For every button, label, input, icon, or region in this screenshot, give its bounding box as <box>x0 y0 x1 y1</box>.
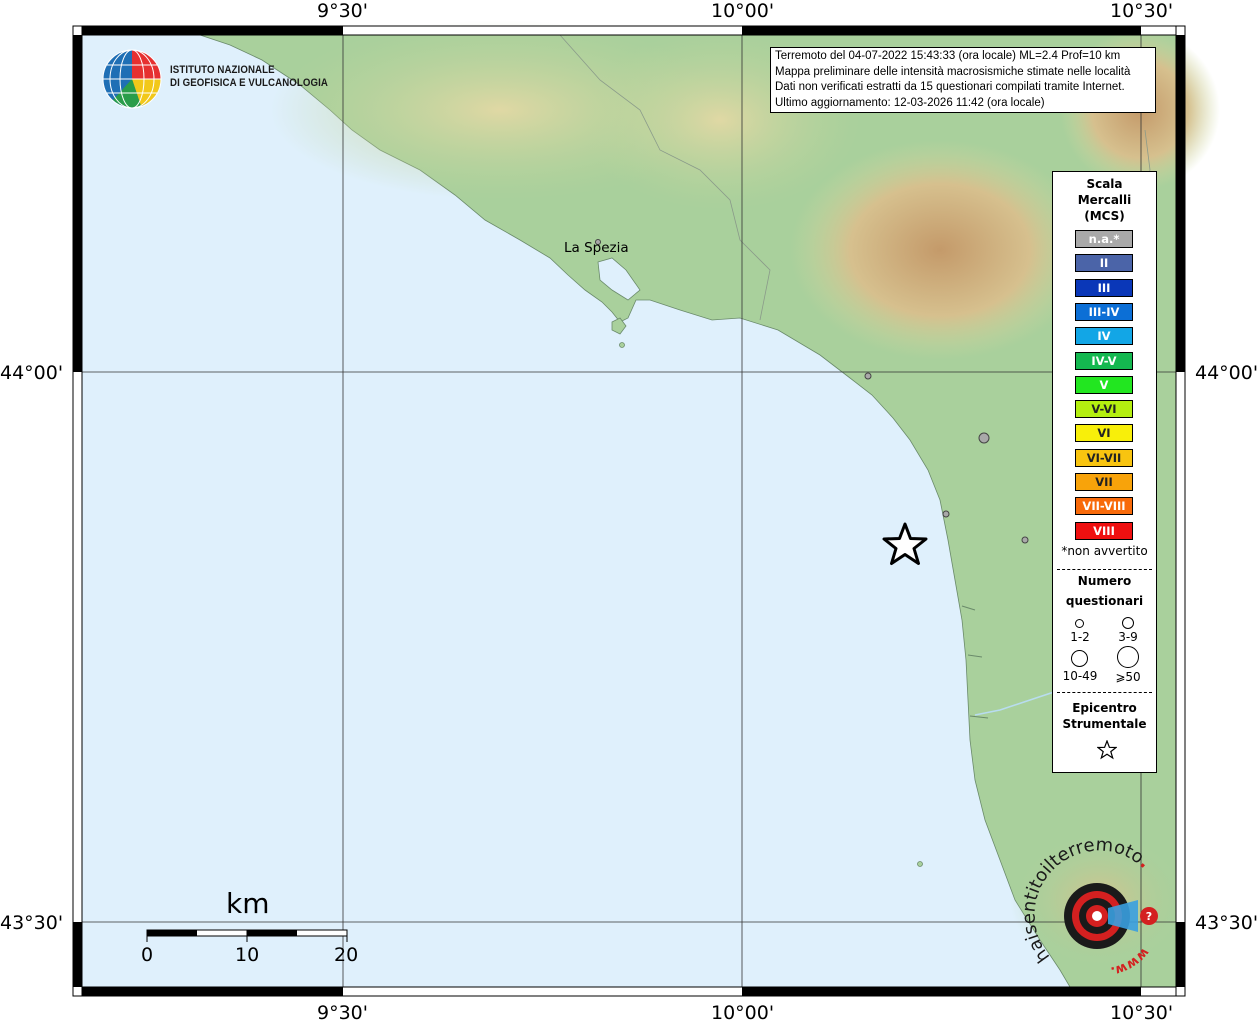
count-circle-medium <box>1122 617 1134 629</box>
lat-label-left: 43°30' <box>0 912 64 934</box>
count-label: 3-9 <box>1118 630 1138 644</box>
count-label: ⩾50 <box>1115 670 1141 684</box>
ingv-globe-icon <box>102 49 162 109</box>
institute-name: ISTITUTO NAZIONALE DI GEOFISICA E VULCAN… <box>170 64 328 90</box>
observation-point[interactable] <box>864 372 872 380</box>
count-title: questionari <box>1065 594 1144 608</box>
event-summary: Terremoto del 04-07-2022 15:43:33 (ora l… <box>775 50 1121 62</box>
intensity-swatch: IV-V <box>1075 351 1133 370</box>
lon-label-bottom: 10°00' <box>711 1002 775 1024</box>
intensity-swatch: V-VI <box>1075 400 1133 419</box>
legend-divider <box>1057 692 1152 693</box>
scale-label: 10 <box>235 944 260 966</box>
lon-label-top: 10°00' <box>711 0 775 22</box>
intensity-swatch: VI-VII <box>1075 448 1133 467</box>
data-disclaimer: Dati non verificati estratti da 15 quest… <box>775 81 1125 93</box>
lon-label-bottom: 10°30' <box>1110 1002 1174 1024</box>
event-info-box: Terremoto del 04-07-2022 15:43:33 (ora l… <box>770 47 1156 113</box>
scale-label: 20 <box>334 944 359 966</box>
intensity-swatch: VII <box>1075 473 1133 491</box>
lon-label-top: 9°30' <box>317 0 368 22</box>
count-circle-xlarge <box>1117 646 1139 668</box>
intensity-swatch: V <box>1075 375 1133 394</box>
svg-text:?: ? <box>1146 910 1152 923</box>
lat-label-left: 44°00' <box>0 362 64 384</box>
institute-line1: ISTITUTO NAZIONALE <box>170 64 275 76</box>
observation-point[interactable] <box>942 510 950 518</box>
intensity-swatch: VIII <box>1075 521 1133 540</box>
scale-label: 0 <box>141 944 154 966</box>
relief-apuan-alps <box>790 140 1090 360</box>
observation-point[interactable] <box>1021 536 1029 544</box>
intensity-swatch: IV <box>1075 327 1133 346</box>
intensity-swatch: III <box>1075 278 1133 297</box>
lat-label-right: 43°30' <box>1195 912 1257 934</box>
intensity-swatch: VI <box>1075 424 1133 443</box>
epicenter-title: Epicentro <box>1072 701 1137 715</box>
last-update: Ultimo aggiornamento: 12-03-2026 11:42 (… <box>775 96 1045 109</box>
epicenter-title: Strumentale <box>1062 717 1147 731</box>
count-label: 1-2 <box>1070 630 1090 644</box>
lon-label-bottom: 9°30' <box>317 1002 368 1024</box>
intensity-swatch: II <box>1075 254 1133 273</box>
not-felt-note: *non avvertito <box>1061 544 1148 558</box>
island-tino <box>619 342 625 348</box>
institute-line2: DI GEOFISICA E VULCANOLOGIA <box>170 77 328 89</box>
count-title: Numero <box>1077 574 1132 588</box>
map-description: Mappa preliminare delle intensità macros… <box>775 65 1131 78</box>
place-label-la-spezia: La Spezia <box>564 240 629 256</box>
observation-point[interactable] <box>978 432 990 444</box>
count-circle-small <box>1075 619 1084 628</box>
count-circle-large <box>1071 650 1088 667</box>
scale-unit: km <box>226 887 270 920</box>
lat-label-right: 44°00' <box>1195 362 1257 384</box>
epicenter-legend-star-icon <box>1097 740 1117 760</box>
legend-title: Scala Mercalli (MCS) <box>1077 177 1132 223</box>
intensity-swatch: III-IV <box>1075 302 1133 321</box>
intensity-swatch: n.a.* <box>1075 230 1133 248</box>
intensity-legend: Scala Mercalli (MCS) n.a.* II III III-IV IV I… <box>1052 171 1157 773</box>
intensity-swatch: VII-VIII <box>1075 497 1133 516</box>
islet <box>917 861 923 867</box>
lon-label-top: 10°30' <box>1110 0 1174 22</box>
legend-divider <box>1057 569 1152 570</box>
count-label: 10-49 <box>1062 669 1098 683</box>
